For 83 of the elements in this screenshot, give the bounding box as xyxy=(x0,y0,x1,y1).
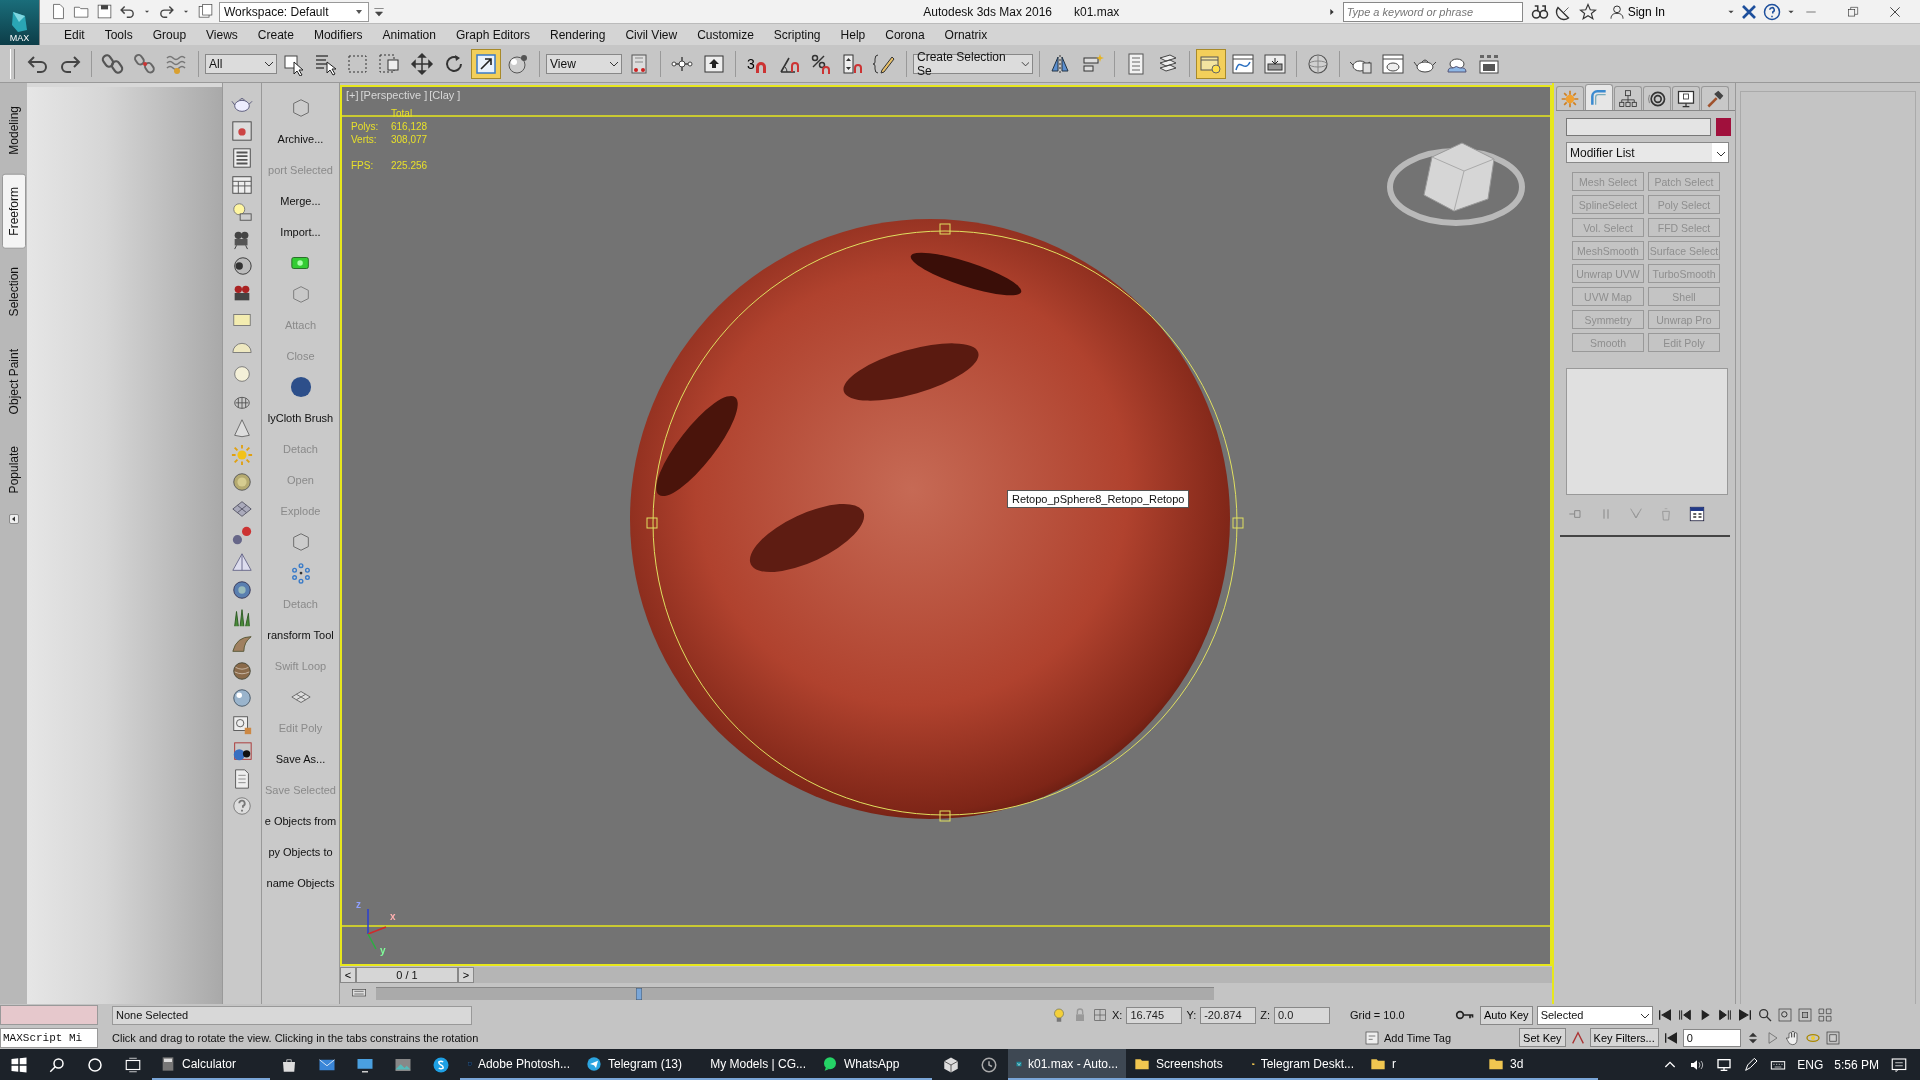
ribbon-tab[interactable]: Populate xyxy=(1,433,26,507)
toolbar-dropdown[interactable]: All xyxy=(205,53,277,74)
snap-toggle-button[interactable]: 3 xyxy=(742,48,772,79)
toolbar-button[interactable]: e Objects from xyxy=(261,805,340,836)
menu-item[interactable]: Group xyxy=(142,27,197,42)
coordinate-label: X: xyxy=(1112,1009,1123,1021)
stat-label: Verts: xyxy=(351,134,378,145)
toolbar-dropdown[interactable]: View xyxy=(546,53,622,74)
toolbar-button[interactable]: lyCloth Brush xyxy=(261,402,340,433)
clock[interactable]: 5:56 PM xyxy=(1834,1057,1879,1072)
axis-label: z xyxy=(356,899,361,910)
language-indicator[interactable]: ENG xyxy=(1797,1057,1824,1072)
menu-item[interactable]: Animation xyxy=(372,27,446,42)
taskbar-button[interactable]: WhatsApp xyxy=(814,1049,932,1080)
toolbar-button[interactable]: py Objects to xyxy=(261,836,340,867)
menu-item[interactable]: Scripting xyxy=(763,27,831,42)
menu-item[interactable]: Tools xyxy=(94,27,143,42)
menu-item[interactable]: Modifiers xyxy=(303,27,373,42)
app-logo[interactable]: MAX xyxy=(0,0,40,45)
menu-item[interactable]: Graph Editors xyxy=(445,27,540,42)
stat-label: FPS: xyxy=(351,160,375,171)
ribbon-tab[interactable]: Freeform xyxy=(1,173,26,249)
prompt-text: Click and drag to rotate the view. Clicking in the tabs constrains the rotation xyxy=(112,1031,480,1044)
stat-value: 225.256 xyxy=(391,160,428,171)
stat-label: Polys: xyxy=(351,121,380,132)
toolbar-button[interactable]: Archive... xyxy=(261,123,340,154)
taskbar-button[interactable]: Telegram (13) xyxy=(578,1049,696,1080)
grid-size-label: Grid = 10.0 xyxy=(1350,1009,1406,1021)
sign-in-button[interactable]: Sign In xyxy=(1602,2,1671,21)
stat-value: 616,128 xyxy=(391,121,428,132)
taskbar-button[interactable]: My Models | CG... xyxy=(696,1049,814,1080)
ribbon-tab[interactable]: Modeling xyxy=(1,93,26,168)
coordinate-field[interactable]: 0.0 xyxy=(1274,1006,1330,1024)
object-tooltip: Retopo_pSphere8_Retopo_Retopo xyxy=(1007,490,1190,508)
coordinate-field[interactable]: 16.745 xyxy=(1126,1006,1183,1024)
coordinate-field[interactable]: -20.874 xyxy=(1200,1006,1257,1024)
key-mode-dropdown[interactable]: Selected xyxy=(1536,1005,1653,1025)
logo-label: MAX xyxy=(9,33,30,43)
taskbar-button[interactable]: 3d xyxy=(1480,1049,1598,1080)
script-listener-field[interactable]: MAXScript Mi xyxy=(0,1027,98,1048)
set-key-button[interactable]: Set Key xyxy=(1519,1028,1566,1047)
file-name: k01.max xyxy=(1074,4,1120,19)
ribbon-tab[interactable]: Object Paint xyxy=(1,335,26,428)
toolbar-button[interactable]: Merge... xyxy=(261,185,340,216)
app-title: Autodesk 3ds Max 2016 xyxy=(923,4,1052,19)
menu-item[interactable]: Views xyxy=(196,27,248,42)
current-frame-field[interactable]: 0 xyxy=(1682,1028,1741,1047)
menu-item[interactable]: Rendering xyxy=(540,27,616,42)
time-slider-thumb[interactable]: 0 / 1 xyxy=(356,967,458,983)
axis-label: y xyxy=(380,945,386,956)
menu-item[interactable]: Civil View xyxy=(615,27,688,42)
add-time-tag-label[interactable]: Add Time Tag xyxy=(1384,1031,1452,1044)
taskbar-button[interactable]: r xyxy=(1362,1049,1480,1080)
modifier-list-dropdown[interactable]: Modifier List xyxy=(1566,142,1729,163)
search-field[interactable]: Type a keyword or phrase xyxy=(1342,1,1523,22)
toolbar-button[interactable]: Import... xyxy=(261,216,340,247)
taskbar-button[interactable]: Calculator xyxy=(152,1049,270,1080)
coordinate-label: Z: xyxy=(1260,1009,1270,1021)
taskbar-button[interactable]: Screenshots xyxy=(1126,1049,1244,1080)
axis-label: x xyxy=(390,911,396,922)
menu-item[interactable]: Create xyxy=(247,27,304,42)
next-frame-button[interactable]: > xyxy=(458,967,474,983)
workspace-dropdown[interactable]: Workspace: Default xyxy=(219,1,369,22)
menu-item[interactable]: Ornatrix xyxy=(934,27,998,42)
ribbon-tab[interactable]: Selection xyxy=(1,254,26,330)
toolbar-button[interactable]: ransform Tool xyxy=(261,619,340,650)
auto-key-button[interactable]: Auto Key xyxy=(1480,1005,1533,1025)
taskbar-button[interactable]: Telegram Deskt... xyxy=(1244,1049,1362,1080)
previous-frame-button[interactable]: < xyxy=(340,967,356,983)
toolbar-button[interactable]: name Objects xyxy=(261,867,340,898)
menu-item[interactable]: Edit xyxy=(54,27,95,42)
toolbar-button[interactable]: Save As... xyxy=(261,743,340,774)
coordinate-label: Y: xyxy=(1186,1009,1197,1021)
taskbar-button[interactable]: Adobe Photosh... xyxy=(460,1049,578,1080)
menu-item[interactable]: Corona xyxy=(875,27,935,42)
time-slider-track[interactable]: < 0 / 1 > xyxy=(340,967,1552,983)
selection-status: None Selected xyxy=(112,1005,472,1025)
menu-item[interactable]: Customize xyxy=(687,27,764,42)
key-filters-button[interactable]: Key Filters... xyxy=(1589,1028,1659,1047)
toolbar-dropdown[interactable]: Create Selection Se xyxy=(913,53,1033,74)
menu-item[interactable]: Help xyxy=(830,27,876,42)
taskbar-button[interactable]: k01.max - Auto... xyxy=(1008,1049,1126,1080)
stat-value: 308,077 xyxy=(391,134,428,145)
